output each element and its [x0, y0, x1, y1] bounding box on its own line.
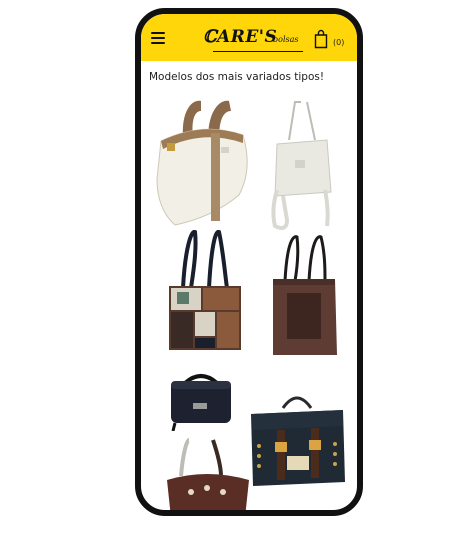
store-logo[interactable]: ℂARE'S bolsas — [203, 27, 303, 55]
black-vanity-case-icon — [171, 374, 231, 431]
product-brown-bucket-bag[interactable] — [161, 432, 253, 510]
patchwork-tote-bag-icon — [169, 230, 241, 350]
shopping-bag-icon[interactable] — [314, 29, 328, 49]
brown-tote-bag-icon — [273, 235, 337, 355]
page-headline: Modelos dos mais variados tipos! — [149, 71, 325, 83]
hamburger-menu-icon[interactable] — [151, 32, 165, 44]
cart-count[interactable]: (0) — [333, 38, 344, 47]
logo-text: ℂARE'S — [203, 27, 278, 47]
product-white-boston-bag[interactable] — [153, 99, 251, 229]
logo-subtext: bolsas — [273, 35, 299, 44]
product-patchwork-tote[interactable] — [163, 230, 245, 354]
site-header: ℂARE'S bolsas (0) — [141, 14, 357, 61]
product-white-bucket-bag[interactable] — [267, 100, 337, 232]
black-studded-satchel-icon — [251, 396, 345, 486]
brown-bucket-bag-icon — [167, 438, 249, 510]
white-bucket-bag-icon — [271, 101, 332, 230]
product-brown-tote[interactable] — [269, 233, 341, 357]
product-black-studded-satchel[interactable] — [247, 386, 347, 490]
logo-underline — [213, 51, 303, 52]
white-leather-boston-bag-icon — [156, 100, 248, 226]
phone-frame: ℂARE'S bolsas (0) Modelos dos mais varia… — [135, 8, 363, 516]
product-black-vanity-case[interactable] — [167, 369, 235, 431]
